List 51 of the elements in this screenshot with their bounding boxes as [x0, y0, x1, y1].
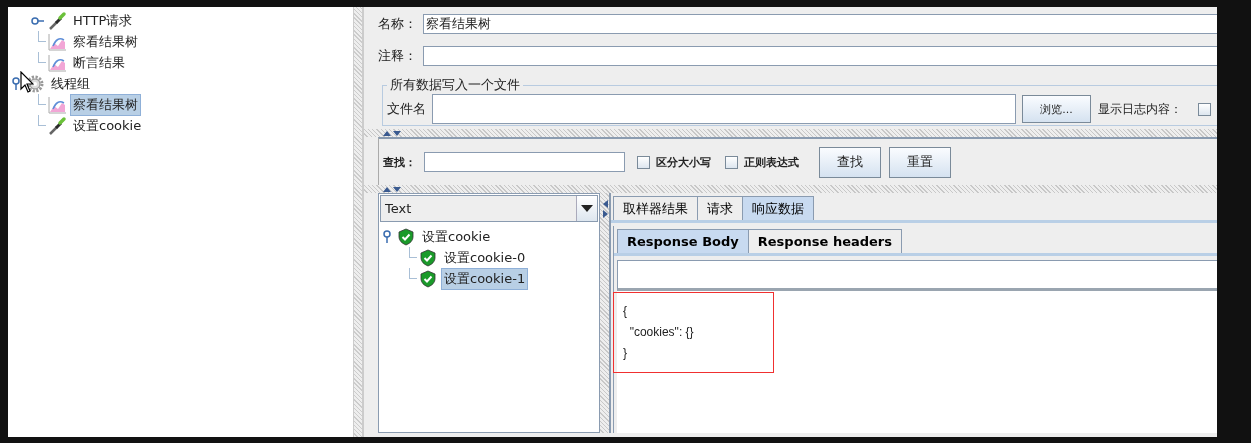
- tab[interactable]: 取样器结果: [613, 196, 698, 220]
- collapse-handle-icon[interactable]: [31, 14, 45, 27]
- find-button[interactable]: 查找: [819, 146, 881, 178]
- splitter-arrows-icon[interactable]: [382, 130, 402, 136]
- tree-node-label[interactable]: 线程组: [48, 72, 93, 95]
- search-field[interactable]: [617, 260, 1217, 291]
- tab[interactable]: Response Body: [617, 229, 749, 253]
- search-label: 查找：: [383, 154, 417, 170]
- option-checkbox[interactable]: [725, 155, 738, 169]
- shield-check-icon: [419, 269, 437, 288]
- chart-icon: [47, 31, 67, 52]
- response-body-text: { "cookies": {} }: [622, 303, 695, 362]
- search-field[interactable]: [424, 152, 625, 172]
- tree-node-label[interactable]: 设置cookie: [70, 114, 145, 137]
- tree-node-label[interactable]: 察看结果树: [70, 30, 141, 53]
- option-label: 区分大小写: [656, 154, 711, 170]
- browse-button[interactable]: 浏览...: [1022, 95, 1091, 123]
- tree-node-label[interactable]: 设置cookie-0: [441, 246, 529, 269]
- dropper-icon: [47, 115, 67, 136]
- expand-handle-icon[interactable]: [381, 229, 393, 244]
- group-title: 所有数据写入一个文件: [389, 76, 521, 94]
- filename-label: 文件名: [387, 100, 426, 118]
- comment-field[interactable]: [423, 46, 1217, 66]
- shield-check-icon: [397, 227, 415, 246]
- shield-check-icon: [419, 248, 437, 267]
- caret-icon: [581, 205, 593, 212]
- chart-icon: [47, 52, 67, 73]
- option-checkbox[interactable]: [637, 155, 650, 169]
- splitter-arrows-icon[interactable]: [601, 199, 608, 219]
- name-field[interactable]: 察看结果树: [423, 14, 1217, 34]
- comment-label: 注释：: [378, 47, 418, 65]
- tab[interactable]: Response headers: [747, 229, 903, 253]
- reset-button[interactable]: 重置: [889, 146, 951, 178]
- renderer-dropdown[interactable]: Text: [380, 195, 598, 222]
- tree-node-label[interactable]: HTTP请求: [70, 9, 136, 32]
- option-label: 正则表达式: [744, 154, 799, 170]
- tree-node-label[interactable]: 断言结果: [70, 51, 128, 74]
- tree-node-label[interactable]: 设置cookie-1: [441, 267, 529, 290]
- log-checkbox[interactable]: [1198, 102, 1211, 116]
- expand-handle-icon[interactable]: [10, 76, 22, 91]
- name-label: 名称：: [378, 15, 418, 33]
- splitter-arrows-icon[interactable]: [382, 186, 402, 192]
- tree-node-label[interactable]: 设置cookie: [419, 225, 494, 248]
- mouse-pointer-icon: [20, 71, 34, 93]
- dropdown-value: Text: [385, 201, 412, 216]
- log-label: 显示日志内容：: [1098, 100, 1182, 118]
- filename-field[interactable]: [432, 94, 1016, 124]
- chart-icon: [47, 94, 67, 115]
- dropper-icon: [47, 10, 67, 31]
- tree-node-label[interactable]: 察看结果树: [70, 93, 141, 116]
- tab[interactable]: 响应数据: [742, 196, 814, 220]
